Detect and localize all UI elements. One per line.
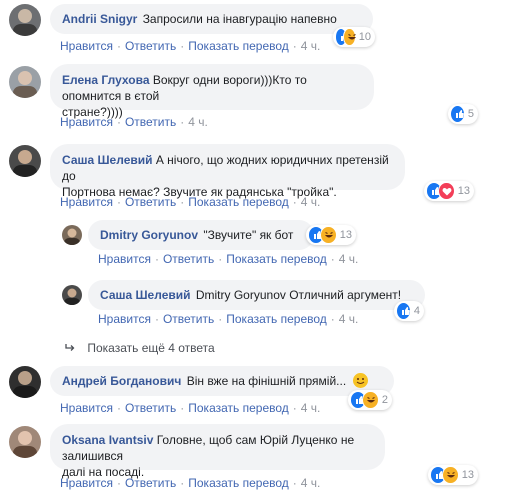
timestamp[interactable]: 4 ч. [339,312,359,326]
haha-reaction-icon [442,466,459,484]
reply-bubble: Dmitry Goryunov "Звучите" як бот [88,220,314,250]
like-link[interactable]: Нравится [60,401,113,415]
avatar[interactable] [62,225,82,245]
reply-link[interactable]: Ответить [163,252,214,266]
like-reaction-icon [396,302,411,320]
show-more-replies[interactable]: Показать ещё 4 ответа [64,341,215,355]
reactions-badge[interactable]: 13 [424,181,474,201]
reply-arrow-icon [65,344,75,351]
haha-reaction-icon [362,391,379,409]
timestamp[interactable]: 4 ч. [301,39,321,53]
reply-bubble: Саша Шелевий Dmitry Goryunov Отличний ар… [88,280,425,310]
reaction-count: 10 [358,31,371,43]
reactions-badge[interactable]: 4 [394,301,424,321]
reactions-badge[interactable]: 10 [333,27,375,47]
like-link[interactable]: Нравится [98,252,151,266]
reaction-count: 13 [339,229,352,241]
like-link[interactable]: Нравится [60,195,113,209]
comment: Андрей Богданович Він вже на фінішній пр… [0,362,508,418]
reply-actions: Нравится · Ответить · Показать перевод · 4 ч. [98,252,359,266]
avatar[interactable] [9,366,41,398]
avatar[interactable] [9,145,41,177]
reply: Dmitry Goryunov "Звучите" як бот 13 Нрав… [0,212,508,270]
reply-author[interactable]: Dmitry Goryunov [100,228,198,242]
mention-link[interactable]: Dmitry Goryunov [196,288,286,302]
comment-actions: Нравится · Ответить · Показать перевод · 4 ч. [60,401,321,415]
timestamp[interactable]: 4 ч. [301,476,321,490]
comment: Саша Шелевий А нічого, що жодних юридичн… [0,140,508,212]
comment-text: Запросили на інавгурацію напевно [142,12,337,26]
comment-actions: Нравится · Ответить · Показать перевод · 4 ч. [60,476,321,490]
reply-actions: Нравится · Ответить · Показать перевод · 4 ч. [98,312,359,326]
comment-author[interactable]: Oksana Ivantsiv [62,433,153,447]
reactions-badge[interactable]: 5 [448,104,478,124]
comment: Andrii Snigyr Запросили на інавгурацію н… [0,0,508,60]
comment-bubble: Andrii Snigyr Запросили на інавгурацію н… [50,4,373,34]
reply-text: Отличний аргумент! [289,288,402,302]
show-more-replies-label[interactable]: Показать ещё 4 ответа [87,341,214,355]
haha-reaction-icon [320,226,337,244]
reply: Саша Шелевий Dmitry Goryunov Отличний ар… [0,272,508,330]
comment-bubble: Oksana Ivantsiv Головне, щоб сам Юрій Лу… [50,424,385,479]
reply-link[interactable]: Ответить [125,115,176,129]
translate-link[interactable]: Показать перевод [226,252,327,266]
comment-author[interactable]: Andrii Snigyr [62,12,137,26]
smile-emoji-icon [352,373,368,388]
translate-link[interactable]: Показать перевод [188,401,289,415]
timestamp[interactable]: 4 ч. [339,252,359,266]
comment-bubble: Саша Шелевий А нічого, що жодних юридичн… [50,144,405,199]
reply-text: "Звучите" як бот [203,228,294,242]
comment-actions: Нравится · Ответить · Показать перевод · 4 ч. [60,195,321,209]
like-link[interactable]: Нравится [60,476,113,490]
reply-author[interactable]: Саша Шелевий [100,288,191,302]
reaction-count: 4 [413,305,420,317]
translate-link[interactable]: Показать перевод [188,195,289,209]
reaction-count: 5 [467,108,474,120]
haha-reaction-icon [343,28,357,46]
love-reaction-icon [438,182,455,200]
like-link[interactable]: Нравится [98,312,151,326]
timestamp[interactable]: 4 ч. [301,195,321,209]
comment: Oksana Ivantsiv Головне, щоб сам Юрій Лу… [0,420,508,497]
comment-bubble: Елена Глухова Вокруг одни вороги)))Кто т… [50,64,374,119]
translate-link[interactable]: Показать перевод [226,312,327,326]
avatar[interactable] [9,66,41,98]
reply-link[interactable]: Ответить [125,39,176,53]
reactions-badge[interactable]: 13 [306,225,356,245]
comment-bubble: Андрей Богданович Він вже на фінішній пр… [50,366,394,396]
like-link[interactable]: Нравится [60,115,113,129]
translate-link[interactable]: Показать перевод [188,476,289,490]
comment: Елена Глухова Вокруг одни вороги)))Кто т… [0,60,508,136]
avatar[interactable] [62,285,82,305]
comment-author[interactable]: Елена Глухова [62,73,150,87]
comment-author[interactable]: Саша Шелевий [62,153,153,167]
reply-link[interactable]: Ответить [125,401,176,415]
reactions-badge[interactable]: 2 [348,390,392,410]
reaction-count: 2 [381,394,388,406]
avatar[interactable] [9,4,41,36]
translate-link[interactable]: Показать перевод [188,39,289,53]
reaction-count: 13 [461,469,474,481]
comment-text: Він вже на фінішній прямій... [186,374,347,388]
reaction-count: 13 [457,185,470,197]
timestamp[interactable]: 4 ч. [301,401,321,415]
timestamp[interactable]: 4 ч. [188,115,208,129]
comment-author[interactable]: Андрей Богданович [62,374,181,388]
reply-link[interactable]: Ответить [163,312,214,326]
reply-link[interactable]: Ответить [125,476,176,490]
comment-actions: Нравится · Ответить · 4 ч. [60,115,208,129]
reply-link[interactable]: Ответить [125,195,176,209]
like-reaction-icon [450,105,465,123]
reactions-badge[interactable]: 13 [428,465,478,485]
comment-actions: Нравится · Ответить · Показать перевод · 4 ч. [60,39,321,53]
like-link[interactable]: Нравится [60,39,113,53]
avatar[interactable] [9,426,41,458]
